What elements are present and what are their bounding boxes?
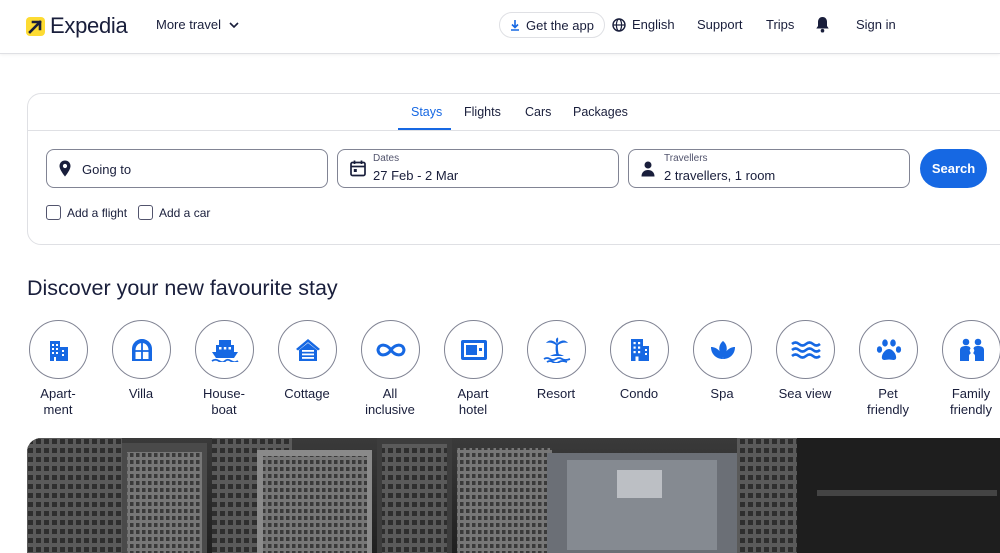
location-pin-icon: [59, 160, 71, 177]
stay-type-label: Sea view: [778, 386, 832, 401]
trips-link[interactable]: Trips: [766, 17, 794, 32]
destination-input[interactable]: Going to: [46, 149, 328, 188]
stay-type-label: Resort: [536, 386, 576, 401]
tab-stays[interactable]: Stays: [411, 105, 442, 119]
add-car-checkbox-box[interactable]: [138, 205, 153, 220]
destination-placeholder: Going to: [82, 162, 132, 177]
travellers-field[interactable]: Travellers 2 travellers, 1 room: [628, 149, 910, 188]
stay-type-label: Spa: [710, 386, 734, 401]
add-flight-checkbox[interactable]: Add a flight: [46, 205, 127, 220]
language-selector[interactable]: English: [612, 17, 675, 32]
search-button[interactable]: Search: [920, 149, 987, 188]
travellers-label: Travellers: [664, 153, 708, 164]
condo-icon: [610, 320, 669, 379]
aparthotel-icon: [444, 320, 503, 379]
language-label: English: [632, 17, 675, 32]
hero-city-image: [27, 438, 1000, 553]
more-travel-label: More travel: [156, 17, 222, 32]
active-tab-indicator: [398, 128, 451, 130]
apartment-icon: [29, 320, 88, 379]
stay-type-label: Condo: [619, 386, 659, 401]
download-icon: [511, 19, 519, 31]
infinity-icon: [361, 320, 420, 379]
notifications-button[interactable]: [815, 16, 830, 33]
stay-type-label: Villa: [128, 386, 154, 401]
lotus-icon: [693, 320, 752, 379]
chevron-down-icon: [229, 21, 239, 28]
top-header: Expedia More travel Get the app English …: [0, 0, 1000, 54]
discover-heading: Discover your new favourite stay: [27, 276, 338, 300]
get-app-button[interactable]: Get the app: [499, 12, 605, 38]
add-car-checkbox[interactable]: Add a car: [138, 205, 210, 220]
get-app-label: Get the app: [526, 17, 594, 33]
sign-in-link[interactable]: Sign in: [856, 17, 896, 32]
more-travel-menu[interactable]: More travel: [156, 17, 239, 32]
paw-icon: [859, 320, 918, 379]
sign-in-label: Sign in: [856, 17, 896, 32]
search-tabs: Stays Flights Cars Packages: [28, 94, 1000, 131]
stay-type-label: House- boat: [203, 386, 245, 417]
support-link[interactable]: Support: [697, 17, 743, 32]
dates-value: 27 Feb - 2 Mar: [373, 168, 459, 183]
family-icon: [942, 320, 1000, 379]
bell-icon: [816, 17, 829, 33]
stay-type-label: Apart- ment: [40, 386, 76, 417]
tab-cars[interactable]: Cars: [525, 105, 551, 119]
villa-icon: [112, 320, 171, 379]
waves-icon: [776, 320, 835, 379]
tab-flights[interactable]: Flights: [464, 105, 501, 119]
stay-type-label: Family friendly: [950, 386, 992, 417]
cottage-icon: [278, 320, 337, 379]
stay-type-label: All inclusive: [365, 386, 415, 417]
brand-name: Expedia: [50, 13, 128, 38]
palm-island-icon: [527, 320, 586, 379]
expedia-logo-mark-icon: [26, 16, 45, 36]
dates-field[interactable]: Dates 27 Feb - 2 Mar: [337, 149, 619, 188]
tab-packages[interactable]: Packages: [573, 105, 628, 119]
houseboat-icon: [195, 320, 254, 379]
search-panel: Stays Flights Cars Packages Going to Dat…: [27, 93, 1000, 245]
stay-type-label: Pet friendly: [867, 386, 909, 417]
stay-type-label: Apart hotel: [457, 386, 489, 417]
city-skyline-illustration: [27, 438, 1000, 553]
globe-icon: [612, 17, 626, 32]
stay-type-label: Cottage: [284, 386, 330, 401]
calendar-icon: [350, 160, 366, 177]
add-car-label: Add a car: [159, 205, 211, 220]
expedia-logo[interactable]: Expedia: [26, 13, 128, 39]
add-flight-checkbox-box[interactable]: [46, 205, 61, 220]
travellers-value: 2 travellers, 1 room: [664, 168, 776, 183]
dates-label: Dates: [373, 153, 400, 164]
support-label: Support: [697, 17, 743, 32]
person-icon: [641, 161, 655, 177]
trips-label: Trips: [766, 17, 795, 32]
add-flight-label: Add a flight: [67, 205, 128, 220]
